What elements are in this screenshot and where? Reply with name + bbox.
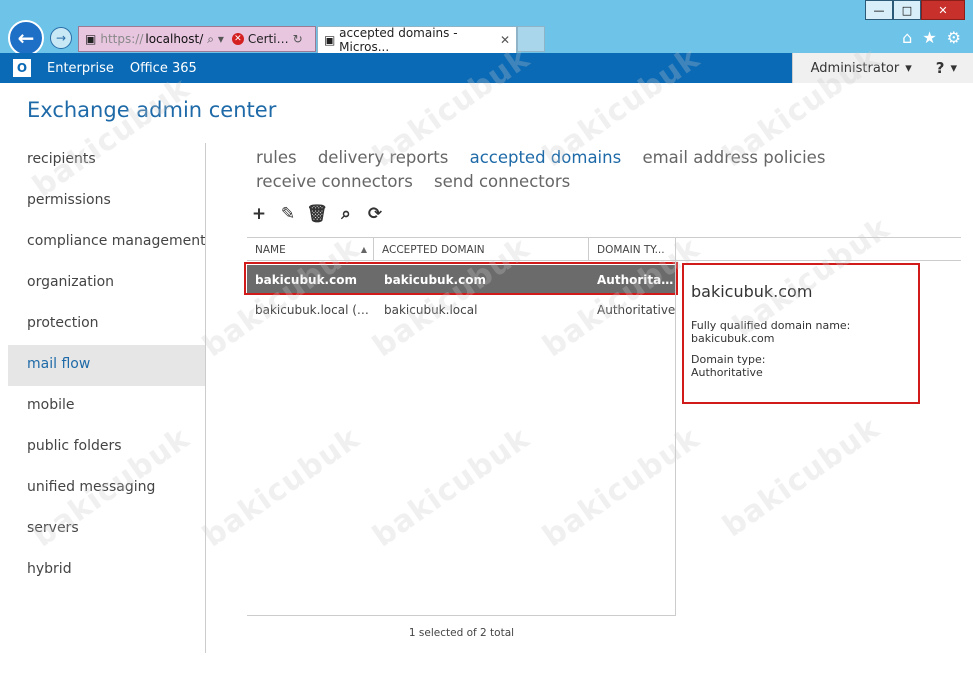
add-icon[interactable]: + — [250, 203, 268, 225]
office-logo-icon[interactable]: O — [13, 59, 31, 77]
certificate-error-icon[interactable]: ✕ — [231, 33, 244, 45]
tab-accepted-domains[interactable]: accepted domains — [470, 148, 622, 167]
details-pane: bakicubuk.com Fully qualified domain nam… — [682, 263, 920, 404]
selection-status: 1 selected of 2 total — [408, 627, 515, 639]
enterprise-link[interactable]: Enterprise — [47, 61, 114, 76]
forward-button[interactable]: → — [50, 27, 72, 49]
nav-item-organization[interactable]: organization — [8, 263, 206, 304]
settings-icon[interactable]: ⚙ — [947, 28, 961, 47]
tab-delivery-reports[interactable]: delivery reports — [318, 148, 449, 167]
user-menu[interactable]: Administrator — [811, 61, 900, 76]
delete-icon[interactable]: 🗑 — [306, 203, 328, 225]
search-icon[interactable]: ⌕ — [337, 203, 355, 225]
cell-accepted-domain: bakicubuk.local — [384, 303, 478, 317]
tab-close-icon[interactable]: ✕ — [500, 33, 510, 47]
cell-domain-type: Authoritative — [597, 303, 676, 317]
sort-ascending-icon: ▲ — [360, 245, 367, 254]
home-icon[interactable]: ⌂ — [902, 28, 912, 47]
refresh-icon[interactable]: ⟳ — [366, 203, 384, 225]
grid-header: NAME ▲ ACCEPTED DOMAIN DOMAIN TY... — [247, 237, 676, 261]
user-area: Administrator ▾ ? ▾ — [791, 53, 973, 83]
chevron-down-icon[interactable]: ▾ — [950, 61, 957, 76]
tab-email-address-policies[interactable]: email address policies — [642, 148, 825, 167]
favorites-icon[interactable]: ★ — [922, 28, 936, 47]
cell-name: bakicubuk.local (de... — [255, 303, 374, 317]
details-divider — [675, 237, 676, 615]
grid-footer-line — [247, 615, 676, 616]
column-header-name-label: NAME — [255, 244, 286, 256]
column-header-name[interactable]: NAME ▲ — [247, 238, 374, 260]
page-title: Exchange admin center — [27, 98, 277, 122]
new-tab-button[interactable] — [517, 26, 545, 52]
page-icon: ▣ — [85, 32, 97, 46]
nav-item-unified-messaging[interactable]: unified messaging — [8, 468, 206, 509]
close-button[interactable]: ✕ — [921, 0, 965, 20]
table-row[interactable]: bakicubuk.local (de... bakicubuk.local A… — [247, 295, 676, 325]
refresh-icon[interactable]: ↻ — [293, 32, 303, 46]
domain-type-value: Authoritative — [691, 366, 763, 379]
details-title: bakicubuk.com — [691, 282, 813, 301]
nav-item-mobile[interactable]: mobile — [8, 386, 206, 427]
nav-item-hybrid[interactable]: hybrid — [8, 550, 206, 591]
fqdn-label: Fully qualified domain name: — [691, 319, 851, 332]
tab-rules[interactable]: rules — [256, 148, 297, 167]
column-header-domain-type[interactable]: DOMAIN TY... — [589, 238, 676, 260]
browser-toolbar-icons: ⌂ ★ ⚙ — [902, 28, 961, 47]
nav-item-servers[interactable]: servers — [8, 509, 206, 550]
nav-item-public-folders[interactable]: public folders — [8, 427, 206, 468]
grid-header-filler — [676, 237, 961, 261]
nav-item-recipients[interactable]: recipients — [8, 140, 206, 181]
certificate-error-label[interactable]: Certi… — [248, 32, 289, 46]
address-bar[interactable]: ▣ https:// localhost/ ⌕ ▾ ✕ Certi… ↻ — [78, 26, 316, 52]
tab-send-connectors[interactable]: send connectors — [434, 172, 570, 191]
nav-item-compliance-management[interactable]: compliance management — [8, 222, 206, 263]
forward-arrow-icon: → — [55, 31, 67, 45]
back-button[interactable]: ← — [8, 20, 44, 56]
edit-icon[interactable]: ✎ — [279, 203, 297, 225]
help-icon[interactable]: ? — [936, 59, 945, 77]
tab-title: accepted domains - Micros... — [339, 26, 458, 54]
minimize-button[interactable]: — — [865, 0, 893, 20]
office-top-bar: O Enterprise Office 365 Administrator ▾ … — [0, 53, 973, 83]
browser-tab-active[interactable]: ▣ accepted domains - Micros... ✕ — [317, 26, 517, 54]
address-protocol: https:// — [100, 32, 144, 46]
tab-receive-connectors[interactable]: receive connectors — [256, 172, 413, 191]
address-search-icon[interactable]: ⌕ ▾ — [207, 32, 224, 47]
maximize-button[interactable]: □ — [893, 0, 921, 20]
nav-item-protection[interactable]: protection — [8, 304, 206, 345]
chevron-down-icon[interactable]: ▾ — [905, 61, 912, 76]
selected-row-highlight — [244, 262, 678, 295]
window-controls: — □ ✕ — [865, 0, 965, 20]
nav-item-mail-flow[interactable]: mail flow — [8, 345, 206, 386]
address-host: localhost/ — [145, 32, 204, 46]
browser-chrome: — □ ✕ ← → ▣ https:// localhost/ ⌕ ▾ ✕ Ce… — [0, 0, 973, 56]
nav-divider — [205, 143, 206, 653]
left-navigation: recipients permissions compliance manage… — [8, 140, 206, 591]
domain-type-label: Domain type: — [691, 353, 766, 366]
column-header-accepted-domain[interactable]: ACCEPTED DOMAIN — [374, 238, 589, 260]
mail-flow-tabs: rules delivery reports accepted domains … — [256, 146, 956, 194]
fqdn-value: bakicubuk.com — [691, 332, 775, 345]
nav-item-permissions[interactable]: permissions — [8, 181, 206, 222]
tab-page-icon: ▣ — [324, 33, 340, 47]
action-toolbar: + ✎ 🗑 ⌕ ⟳ — [250, 203, 384, 225]
office365-link[interactable]: Office 365 — [130, 61, 197, 76]
back-arrow-icon: ← — [17, 26, 35, 50]
